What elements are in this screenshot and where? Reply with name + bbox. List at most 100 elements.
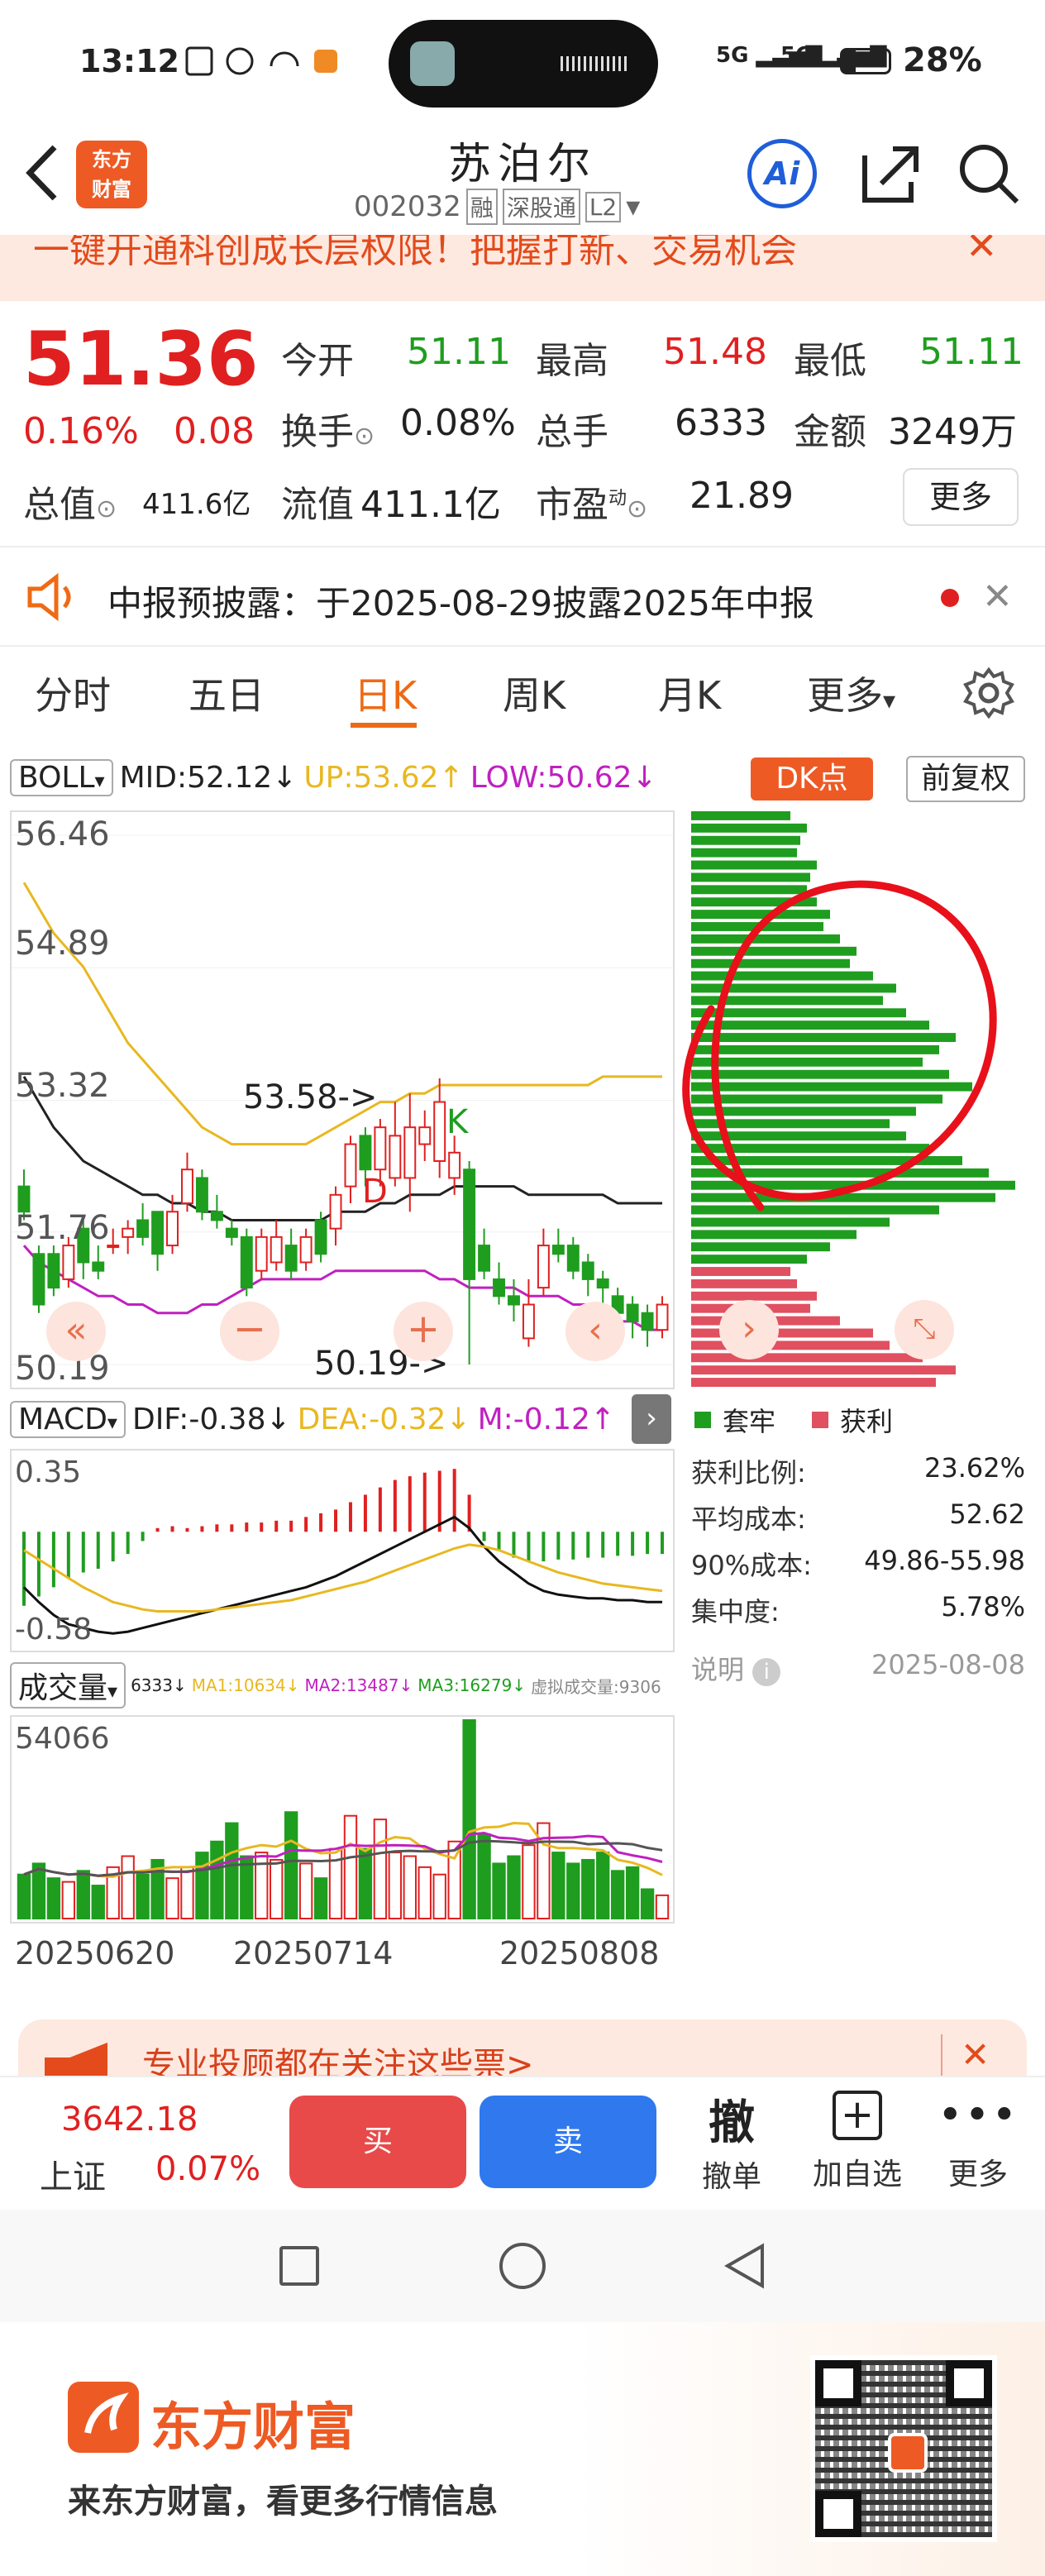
cancel-order-button[interactable]: 撤 撤单: [686, 2086, 777, 2196]
candle: [210, 1211, 223, 1221]
volume-bar: [477, 1833, 491, 1919]
high-annotation: 53.58->: [243, 1078, 378, 1116]
candle: [566, 1245, 580, 1272]
add-watchlist-button[interactable]: + 加自选: [804, 2091, 911, 2193]
volume-bar: [225, 1822, 239, 1919]
fullscreen-icon[interactable]: ⤡: [895, 1300, 954, 1360]
change-amount: 0.08: [174, 410, 255, 452]
camera-island: [389, 20, 658, 108]
tab-daily-k[interactable]: 日K: [354, 666, 417, 720]
banner-close-icon[interactable]: ✕: [966, 235, 998, 268]
index-pct[interactable]: 0.07%: [155, 2150, 260, 2188]
candle: [508, 1295, 520, 1306]
connect-badge: 深股通: [502, 189, 580, 225]
dk-point-button[interactable]: DK点: [751, 758, 873, 801]
volume-ma1: MA1:10634↓: [191, 1675, 300, 1695]
more-actions-button[interactable]: ••• 更多: [933, 2091, 1024, 2193]
open-label: 今开: [281, 340, 354, 382]
tab-monthly-k[interactable]: 月K: [658, 666, 721, 720]
indicator-select-volume[interactable]: 成交量▾: [10, 1662, 126, 1709]
turnover-label: 换手⊙: [281, 411, 375, 453]
y-tick: 56.46: [15, 815, 110, 853]
trade-bar: 3642.18 上证 0.07% 买 卖 撤 撤单 + 加自选 ••• 更多: [0, 2076, 1045, 2208]
candle: [359, 1135, 372, 1171]
candle: [299, 1235, 313, 1264]
promo-banner-text: 一键开通科创成长层权限！把握打新、交易机会: [33, 235, 797, 271]
quote-panel: 51.36 0.16% 0.08 今开 51.11 最高 51.48 最低 51…: [0, 301, 1045, 541]
candle: [329, 1193, 342, 1230]
candle: [522, 1303, 535, 1340]
candle: [240, 1235, 253, 1289]
chip-distribution[interactable]: › ⤡: [682, 810, 1025, 1389]
search-icon[interactable]: [956, 141, 1022, 207]
scroll-left-fast-icon[interactable]: «: [46, 1302, 106, 1361]
tab-weekly-k[interactable]: 周K: [503, 666, 565, 720]
chevron-down-icon[interactable]: ▾: [626, 190, 640, 223]
candle: [47, 1253, 60, 1289]
chip-bar: [691, 1291, 817, 1301]
promo-close-icon[interactable]: ✕: [961, 2034, 990, 2075]
macd-dea: DEA:-0.32↓: [297, 1402, 471, 1436]
tab-intraday[interactable]: 分时: [35, 666, 111, 720]
home-icon[interactable]: [499, 2243, 546, 2289]
macd-svg: [21, 1469, 665, 1635]
volume-bar: [136, 1873, 150, 1919]
candle: [181, 1169, 193, 1205]
level-badge: L2: [585, 191, 622, 222]
scroll-left-icon[interactable]: ‹: [565, 1302, 625, 1361]
chip-bar: [691, 1378, 936, 1387]
market-cap-label: 总值⊙: [23, 484, 117, 526]
candle: [596, 1278, 609, 1289]
kline-chart[interactable]: 56.46 54.89 53.32 51.76 50.19 53.58-> 50…: [10, 810, 675, 1389]
candle: [136, 1219, 150, 1238]
promo-banner[interactable]: 一键开通科创成长层权限！把握打新、交易机会 ✕: [0, 235, 1045, 301]
divider: [0, 546, 1045, 547]
indicator-select-boll[interactable]: BOLL▾: [10, 758, 113, 796]
recent-apps-icon[interactable]: [279, 2246, 319, 2286]
zoom-in-icon[interactable]: +: [394, 1302, 453, 1361]
zoom-out-icon[interactable]: −: [220, 1302, 279, 1361]
notice-close-icon[interactable]: ✕: [982, 576, 1013, 618]
candle: [151, 1211, 165, 1255]
index-value[interactable]: 3642.18: [61, 2100, 198, 2139]
chip-note-row[interactable]: 说明 i 2025-08-08: [691, 1649, 1025, 1699]
info-dots-icon[interactable]: ⊙: [354, 422, 375, 451]
candle: [418, 1126, 432, 1145]
volume-bar: [255, 1852, 269, 1919]
sell-button[interactable]: 卖: [480, 2096, 656, 2188]
volume-bar: [343, 1814, 358, 1919]
adjust-price-button[interactable]: 前复权: [906, 756, 1025, 802]
date-tick: 20250808: [499, 1935, 660, 1971]
info-dots-icon[interactable]: ⊙: [96, 495, 117, 523]
volume-chart[interactable]: 54066: [10, 1715, 675, 1924]
buy-button[interactable]: 买: [289, 2096, 466, 2188]
share-icon[interactable]: [857, 141, 923, 207]
more-quote-button[interactable]: 更多: [903, 468, 1019, 526]
info-dots-icon[interactable]: ⊙: [627, 495, 647, 523]
indicator-select-macd[interactable]: MACD▾: [10, 1400, 126, 1438]
volume-bar: [61, 1881, 76, 1920]
advisor-promo-card[interactable]: 专业投顾都在关注这些票> ✕: [18, 2019, 1027, 2077]
clock: 13:12: [79, 43, 179, 79]
tab-five-day[interactable]: 五日: [188, 666, 265, 720]
indicator-next-icon[interactable]: ›: [632, 1394, 671, 1444]
macd-chart[interactable]: 0.35 -0.58: [10, 1449, 675, 1652]
macd-m: M:-0.12↑: [477, 1402, 616, 1436]
back-triangle-icon[interactable]: [721, 2241, 771, 2291]
candle: [478, 1245, 491, 1272]
candle: [448, 1151, 461, 1179]
volume-bar: [522, 1844, 536, 1919]
volume-bar: [373, 1818, 388, 1919]
legend-swatch-trap: [694, 1412, 711, 1428]
chip-row: 平均成本: 52.62: [691, 1498, 1025, 1535]
tab-more[interactable]: 更多▾: [807, 666, 895, 720]
index-name[interactable]: 上证: [40, 2150, 106, 2198]
info-icon[interactable]: i: [752, 1658, 781, 1686]
ai-assistant-icon[interactable]: Ai: [747, 139, 817, 208]
candle: [344, 1143, 357, 1188]
scroll-right-icon[interactable]: ›: [719, 1300, 779, 1360]
notice-bar[interactable]: 中报预披露：于2025-08-29披露2025年中报 ✕: [0, 549, 1045, 645]
candle: [225, 1227, 238, 1238]
date-tick: 20250714: [233, 1935, 394, 1971]
settings-gear-icon[interactable]: [962, 667, 1015, 719]
